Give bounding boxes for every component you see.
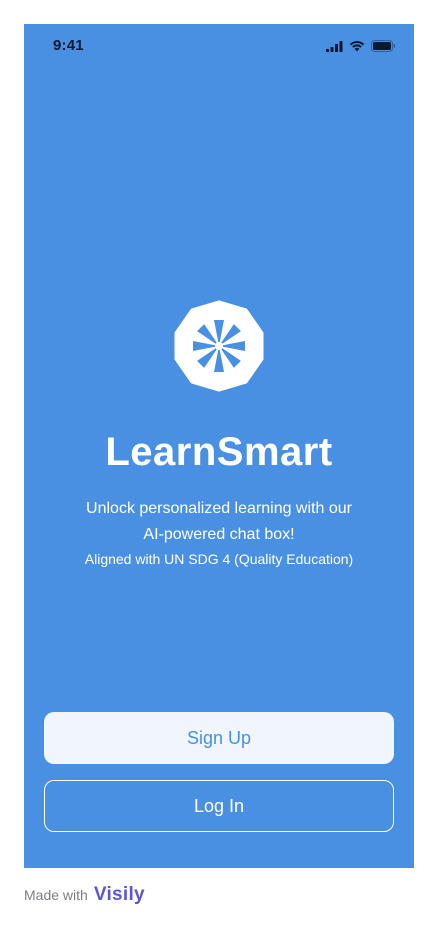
tagline-line-1: Unlock personalized learning with our (86, 500, 352, 517)
status-icons (326, 39, 396, 57)
tagline-line-2: AI-powered chat box! (143, 526, 295, 543)
app-title: LearnSmart (105, 430, 333, 474)
tagline-line-3: Aligned with UN SDG 4 (Quality Education… (84, 551, 354, 567)
wifi-icon (349, 39, 365, 57)
log-in-button[interactable]: Log In (44, 780, 394, 832)
phone-screen: 9:41 LearnSmart Unlock personalized lear… (24, 24, 414, 868)
sign-up-button[interactable]: Sign Up (44, 712, 394, 764)
battery-icon (371, 39, 396, 57)
made-with-label: Made with (24, 887, 88, 903)
made-with-footer[interactable]: Made with Visily (24, 884, 145, 906)
status-time: 9:41 (53, 37, 84, 54)
shutter-icon (173, 300, 265, 392)
status-bar: 9:41 (24, 24, 414, 68)
visily-logo: Visily (93, 884, 145, 905)
cellular-signal-icon (326, 39, 343, 57)
